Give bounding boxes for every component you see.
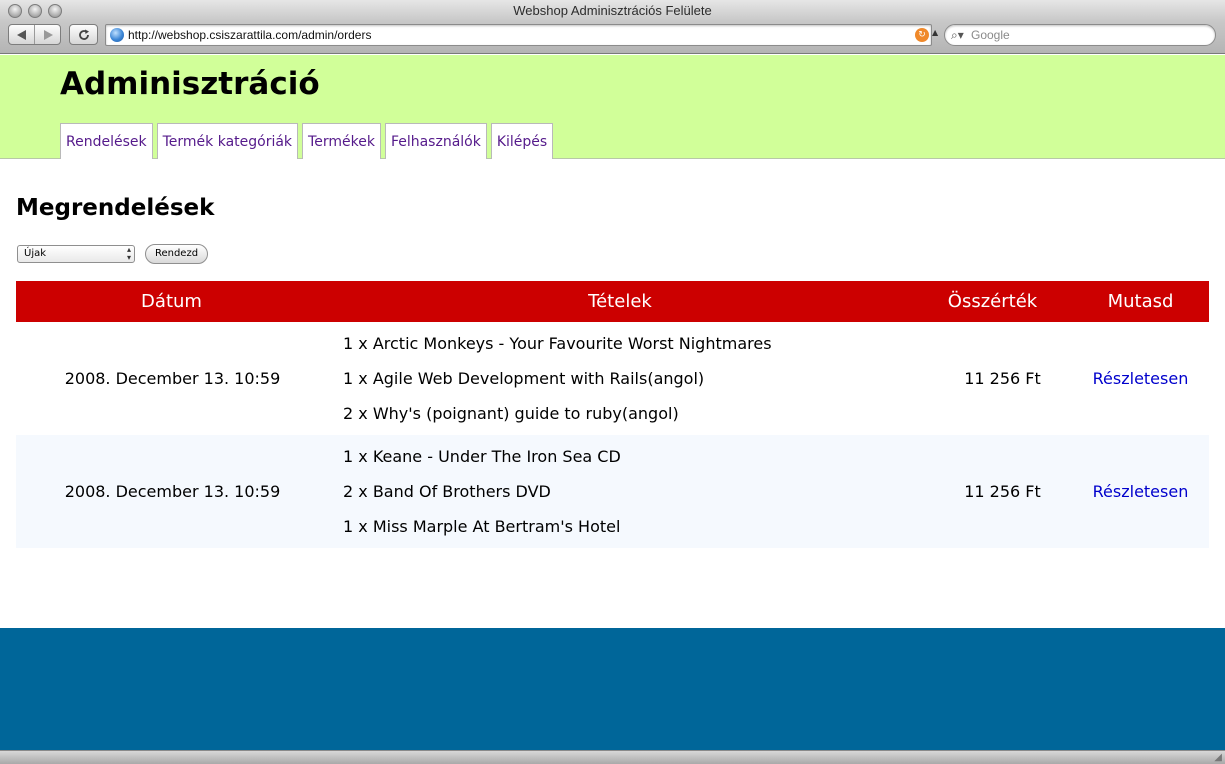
order-total: 11 256 Ft (964, 482, 1041, 501)
page-footer (0, 628, 1225, 750)
globe-icon (110, 28, 124, 42)
table-header: Dátum Tételek Összérték Mutasd (16, 281, 1209, 322)
table-row: 2008. December 13. 10:59 1 x Keane - Und… (16, 435, 1209, 548)
order-action-cell: Részletesen (1072, 482, 1209, 501)
status-bar: ◢ (0, 750, 1225, 764)
page-heading: Megrendelések (16, 195, 215, 221)
order-total: 11 256 Ft (964, 369, 1041, 388)
tab-orders[interactable]: Rendelések (60, 123, 153, 159)
forward-button[interactable] (34, 25, 60, 44)
address-bar[interactable]: http://webshop.csiszarattila.com/admin/o… (105, 24, 932, 46)
order-item: 2 x Why's (poignant) guide to ruby(angol… (343, 404, 679, 423)
browser-toolbar: http://webshop.csiszarattila.com/admin/o… (0, 22, 1225, 54)
column-header-total: Összérték (947, 291, 1038, 312)
search-placeholder: Google (971, 28, 1010, 42)
column-header-show: Mutasd (1107, 291, 1174, 312)
back-button[interactable] (9, 25, 34, 44)
order-item: 2 x Band Of Brothers DVD (343, 482, 551, 501)
history-buttons (8, 24, 61, 45)
page-header: Adminisztráció Rendelések Termék kategór… (0, 55, 1225, 159)
admin-nav: Rendelések Termék kategóriák Termékek Fe… (60, 123, 554, 159)
rss-icon[interactable]: ↻ (915, 28, 929, 42)
column-header-items: Tételek (588, 291, 652, 312)
order-item: 1 x Agile Web Development with Rails(ang… (343, 369, 705, 388)
reload-icon (78, 29, 89, 40)
order-date: 2008. December 13. 10:59 (64, 482, 281, 501)
magnifier-icon[interactable]: ⌕▾ (951, 28, 964, 43)
order-item: 1 x Arctic Monkeys - Your Favourite Wors… (343, 334, 772, 353)
order-filter-select[interactable]: Újak ▴ ▾ (17, 245, 135, 263)
site-title: Adminisztráció (60, 66, 320, 102)
table-row: 2008. December 13. 10:59 1 x Arctic Monk… (16, 322, 1209, 435)
search-field[interactable]: ⌕▾ Google (944, 24, 1216, 46)
order-action-cell: Részletesen (1072, 369, 1209, 388)
tab-product-categories[interactable]: Termék kategóriák (156, 123, 299, 159)
tab-users[interactable]: Felhasználók (384, 123, 487, 159)
tab-logout[interactable]: Kilépés (490, 123, 554, 159)
order-items: 1 x Keane - Under The Iron Sea CD 2 x Ba… (327, 439, 913, 544)
arrow-left-icon (16, 29, 26, 40)
details-link[interactable]: Részletesen (1093, 369, 1189, 388)
tab-products[interactable]: Termékek (302, 123, 381, 159)
reload-button[interactable] (69, 24, 98, 45)
arrow-right-icon (43, 29, 53, 40)
resize-grip-icon[interactable]: ◢ (1214, 752, 1222, 764)
url-text[interactable]: http://webshop.csiszarattila.com/admin/o… (128, 28, 371, 42)
orders-table: Dátum Tételek Összérték Mutasd 2008. Dec… (16, 281, 1209, 548)
order-item: 1 x Miss Marple At Bertram's Hotel (343, 517, 621, 536)
url-history-dropdown-icon[interactable]: ▲ (932, 28, 938, 37)
browser-chrome: Webshop Adminisztrációs Felülete http://… (0, 0, 1225, 54)
order-items: 1 x Arctic Monkeys - Your Favourite Wors… (327, 326, 913, 431)
sort-button[interactable]: Rendezd (145, 244, 208, 264)
titlebar: Webshop Adminisztrációs Felülete (0, 0, 1225, 22)
select-arrows-icon: ▴ ▾ (126, 245, 131, 262)
details-link[interactable]: Részletesen (1093, 482, 1189, 501)
column-header-date: Dátum (141, 291, 202, 312)
filter-selected-value: Újak (24, 248, 47, 259)
order-item: 1 x Keane - Under The Iron Sea CD (343, 447, 621, 466)
window-title: Webshop Adminisztrációs Felülete (513, 3, 712, 18)
order-date: 2008. December 13. 10:59 (64, 369, 281, 388)
